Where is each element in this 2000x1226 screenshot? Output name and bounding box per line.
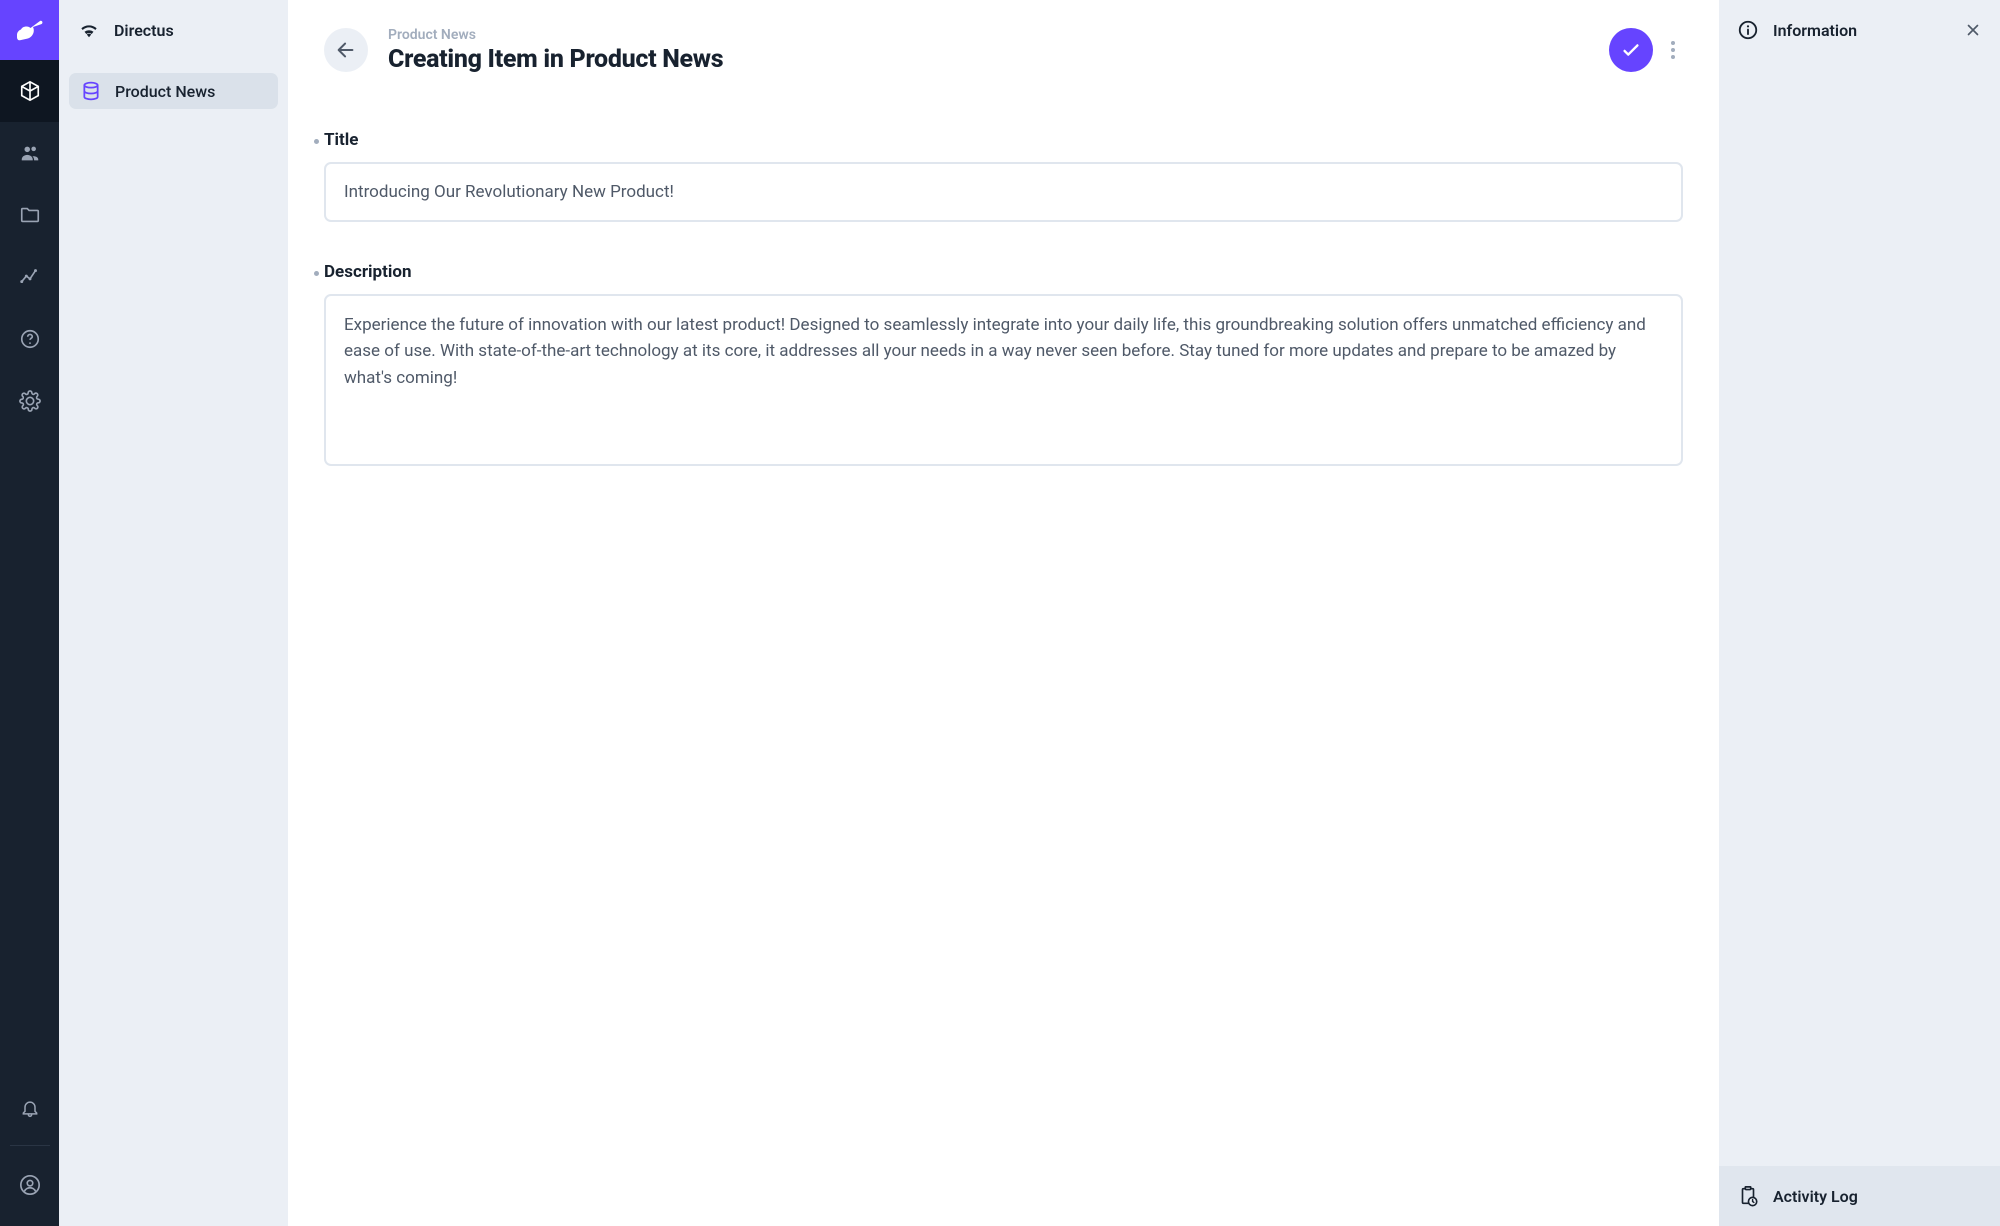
activity-log-button[interactable]: Activity Log [1719, 1166, 2000, 1226]
nav-settings[interactable] [0, 370, 59, 432]
nav-content[interactable] [0, 60, 59, 122]
account-icon [19, 1174, 41, 1196]
info-panel-header: Information [1719, 0, 2000, 60]
title-input[interactable] [324, 162, 1683, 222]
rail-divider [10, 1145, 50, 1146]
save-button[interactable] [1609, 28, 1653, 72]
close-icon [1964, 21, 1982, 39]
info-panel-close[interactable] [1964, 21, 1982, 39]
back-button[interactable] [324, 28, 368, 72]
field-description: Description [324, 262, 1683, 470]
nav-icon-rail [0, 0, 59, 1226]
nav-account[interactable] [0, 1154, 59, 1216]
collections-sidebar: Directus Product News [59, 0, 288, 1226]
nav-insights[interactable] [0, 246, 59, 308]
field-label-title-text: Title [324, 130, 358, 150]
database-icon [81, 81, 101, 101]
info-panel: Information Activity Log [1719, 0, 2000, 1226]
form-area: Title Description [288, 100, 1719, 540]
more-button[interactable] [1663, 28, 1683, 72]
collection-label: Product News [115, 82, 215, 101]
nav-users[interactable] [0, 122, 59, 184]
field-title: Title [324, 130, 1683, 222]
bell-icon [20, 1098, 40, 1118]
nav-docs[interactable] [0, 308, 59, 370]
arrow-back-icon [335, 39, 357, 61]
dots-vertical-icon [1671, 41, 1675, 59]
field-label-description-text: Description [324, 262, 411, 282]
info-panel-title: Information [1773, 21, 1950, 40]
field-label-title: Title [324, 130, 1683, 150]
activity-icon [1737, 1185, 1759, 1207]
activity-log-label: Activity Log [1773, 1187, 1858, 1206]
field-label-description: Description [324, 262, 1683, 282]
rabbit-icon [14, 19, 46, 41]
folder-icon [19, 204, 41, 226]
help-icon [19, 328, 41, 350]
breadcrumb[interactable]: Product News [388, 27, 1589, 43]
gear-icon [19, 390, 41, 412]
app-logo[interactable] [0, 0, 59, 60]
description-input[interactable] [324, 294, 1683, 466]
box-icon [19, 80, 41, 102]
app-name: Directus [114, 21, 174, 40]
people-icon [19, 142, 41, 164]
wifi-icon [78, 21, 100, 39]
nav-files[interactable] [0, 184, 59, 246]
check-icon [1620, 39, 1642, 61]
sidebar-header[interactable]: Directus [59, 0, 288, 60]
main-content: Product News Creating Item in Product Ne… [288, 0, 1719, 1226]
field-dot [314, 271, 319, 276]
field-dot [314, 139, 319, 144]
page-title: Creating Item in Product News [388, 45, 1589, 74]
insights-icon [19, 266, 41, 288]
main-header: Product News Creating Item in Product Ne… [288, 0, 1719, 100]
info-panel-body [1719, 60, 2000, 1166]
collection-product-news[interactable]: Product News [69, 73, 278, 109]
nav-notifications[interactable] [0, 1077, 59, 1139]
info-icon [1737, 19, 1759, 41]
